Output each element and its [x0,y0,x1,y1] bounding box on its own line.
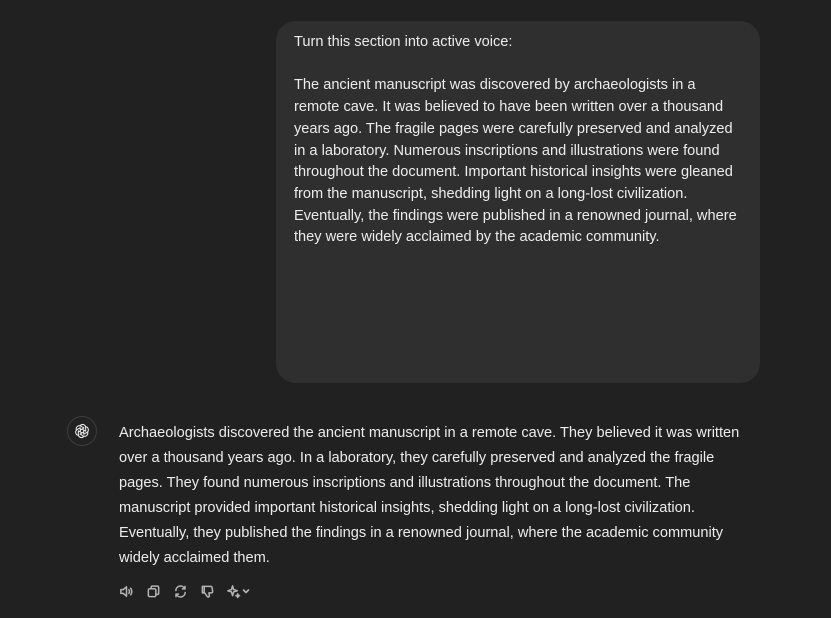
thumbs-down-icon [201,585,214,598]
chevron-down-icon [242,589,250,594]
user-message-intro: Turn this section into active voice: [294,34,513,50]
speaker-icon [120,585,133,597]
bad-response-button[interactable] [196,580,219,602]
message-actions [115,580,253,602]
sparkle-icon [227,584,241,598]
regenerate-icon [175,584,186,598]
switch-model-button[interactable] [223,580,253,602]
read-aloud-button[interactable] [115,580,138,602]
assistant-message-body: Archaeologists discovered the ancient ma… [119,425,740,566]
regenerate-button[interactable] [169,580,192,602]
user-message-bubble: Turn this section into active voice: The… [276,21,760,383]
openai-logo-icon [75,423,89,439]
user-message-body: The ancient manuscript was discovered by… [294,77,741,246]
copy-button[interactable] [142,580,165,602]
assistant-avatar [67,416,97,446]
copy-icon [147,584,160,597]
chat-view: Turn this section into active voice: The… [0,0,831,618]
